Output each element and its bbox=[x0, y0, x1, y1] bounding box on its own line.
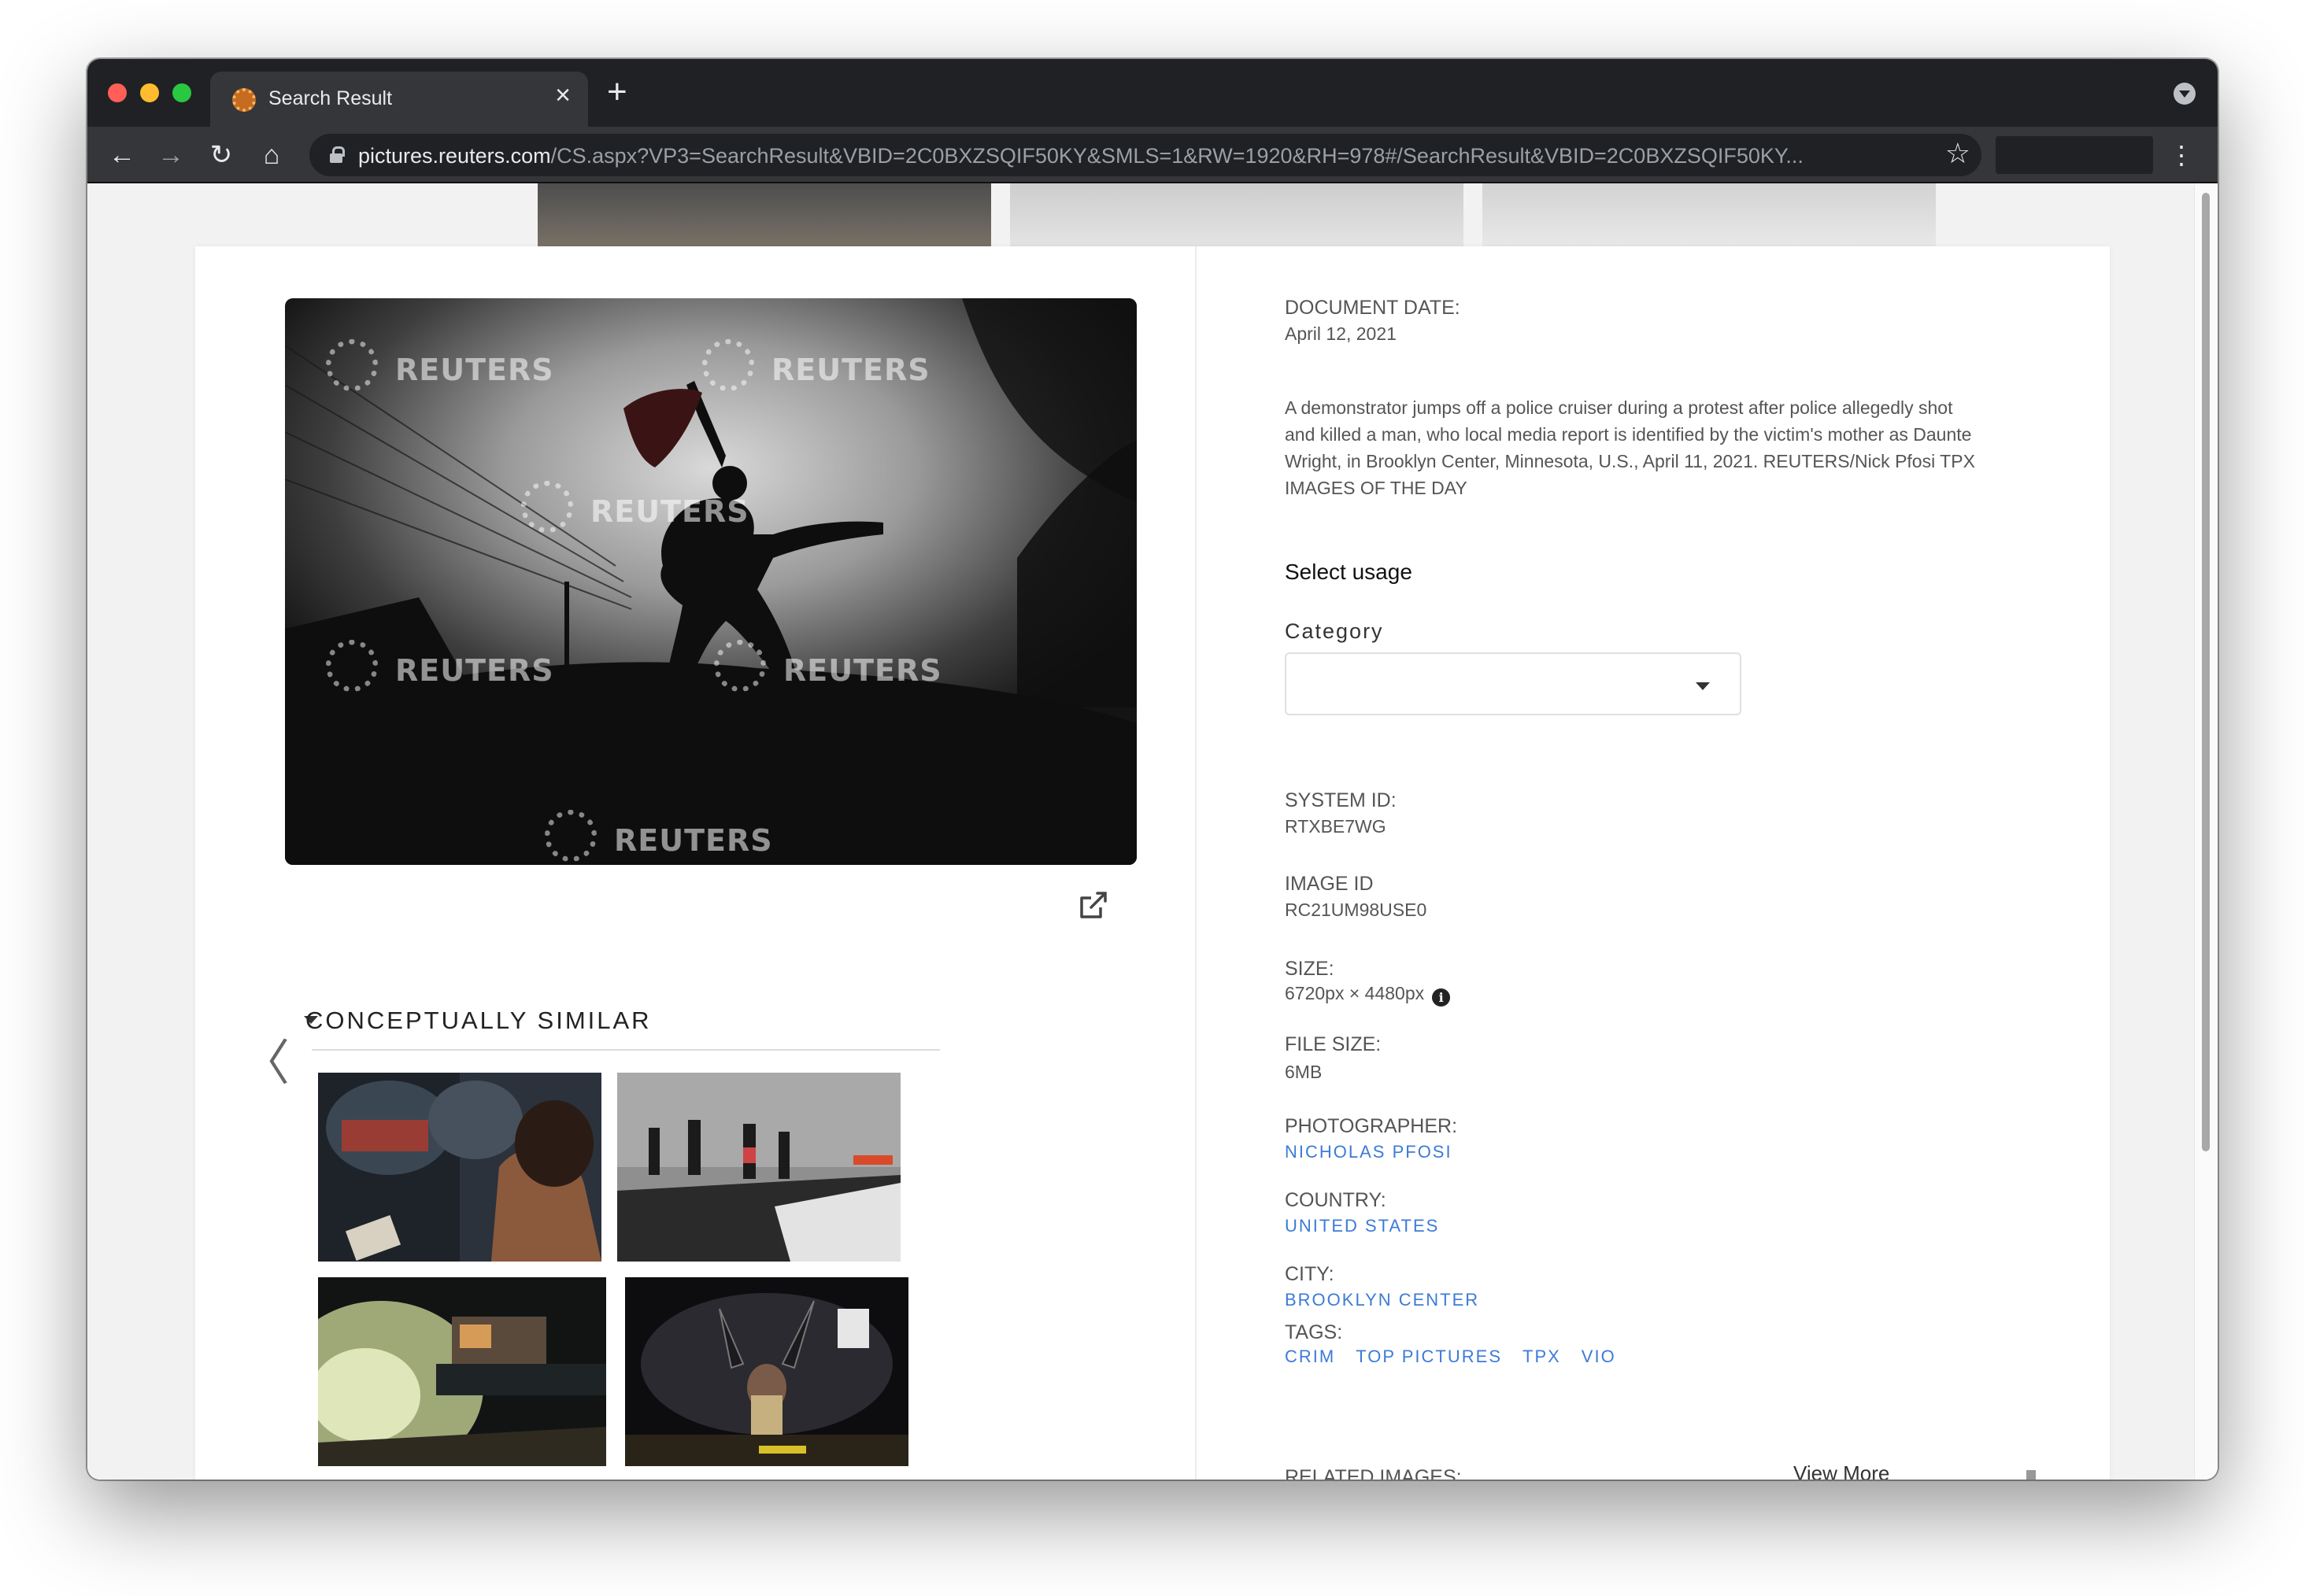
extension-area[interactable] bbox=[1996, 136, 2153, 174]
watermark: REUTERS bbox=[702, 339, 931, 391]
system-id-label: SYSTEM ID: bbox=[1285, 789, 1397, 811]
watermark: REUTERS bbox=[326, 640, 554, 692]
tags-list: CRIM TOP PICTURES TPX VIO bbox=[1285, 1347, 1637, 1367]
tag-link[interactable]: TOP PICTURES bbox=[1356, 1347, 1502, 1366]
watermark: REUTERS bbox=[545, 810, 773, 862]
category-label: Category bbox=[1285, 619, 1384, 643]
similar-thumbnail[interactable] bbox=[625, 1277, 908, 1466]
view-more-link[interactable]: View More bbox=[1793, 1461, 1889, 1480]
close-window-button[interactable] bbox=[108, 83, 127, 102]
file-size-value: 6MB bbox=[1285, 1062, 1323, 1082]
image-detail-modal: REUTERS REUTERS REUTERS REUTERS REUTERS … bbox=[195, 246, 2110, 1480]
tag-link[interactable]: CRIM bbox=[1285, 1347, 1335, 1366]
page-viewport: REUTERS REUTERS REUTERS REUTERS REUTERS … bbox=[87, 183, 2218, 1480]
section-divider bbox=[312, 1049, 940, 1051]
country-link[interactable]: UNITED STATES bbox=[1285, 1216, 1439, 1236]
maximize-window-button[interactable] bbox=[172, 83, 191, 102]
size-value: 6720px × 4480px i bbox=[1285, 983, 1451, 1007]
view-more-icon[interactable] bbox=[2026, 1470, 2036, 1480]
main-photo[interactable]: REUTERS REUTERS REUTERS REUTERS REUTERS … bbox=[285, 298, 1137, 865]
watermark: REUTERS bbox=[714, 640, 942, 692]
country-label: COUNTRY: bbox=[1285, 1189, 1386, 1211]
photographer-label: PHOTOGRAPHER: bbox=[1285, 1115, 1458, 1137]
image-caption: A demonstrator jumps off a police cruise… bbox=[1285, 397, 1975, 498]
scrollbar-thumb[interactable] bbox=[2202, 193, 2210, 1151]
back-icon[interactable]: ← bbox=[103, 136, 141, 174]
select-usage-heading: Select usage bbox=[1285, 560, 1412, 584]
tab-title: Search Result bbox=[268, 87, 393, 109]
scrollbar[interactable] bbox=[2194, 183, 2218, 1480]
reload-icon[interactable]: ↻ bbox=[202, 136, 240, 174]
city-link[interactable]: BROOKLYN CENTER bbox=[1285, 1290, 1479, 1310]
new-tab-icon[interactable]: + bbox=[607, 75, 627, 109]
open-external-icon[interactable] bbox=[1077, 890, 1108, 922]
document-date-value: April 12, 2021 bbox=[1285, 323, 1397, 344]
minimize-window-button[interactable] bbox=[140, 83, 159, 102]
chevron-down-icon bbox=[1696, 682, 1710, 690]
previous-arrow-icon[interactable]: 〈 bbox=[241, 1040, 290, 1088]
browser-tab[interactable]: Search Result × bbox=[210, 72, 588, 127]
photographer-link[interactable]: NICHOLAS PFOSI bbox=[1285, 1142, 1452, 1162]
tag-link[interactable]: VIO bbox=[1582, 1347, 1616, 1366]
background-thumbnail bbox=[1482, 183, 1936, 246]
document-date-label: DOCUMENT DATE: bbox=[1285, 297, 1460, 319]
column-divider bbox=[1195, 246, 1197, 1480]
similar-thumbnail[interactable] bbox=[617, 1073, 901, 1262]
url-text[interactable]: pictures.reuters.com/CS.aspx?VP3=SearchR… bbox=[358, 144, 1925, 168]
background-thumbnail bbox=[1010, 183, 1463, 246]
system-id-value: RTXBE7WG bbox=[1285, 816, 1386, 837]
browser-toolbar: ← → ↻ ⌂ pictures.reuters.com/CS.aspx?VP3… bbox=[87, 127, 2218, 183]
tag-link[interactable]: TPX bbox=[1522, 1347, 1561, 1366]
lock-icon[interactable] bbox=[330, 146, 345, 163]
similar-thumbnail[interactable] bbox=[318, 1277, 606, 1466]
forward-icon[interactable]: → bbox=[152, 136, 190, 174]
tags-label: TAGS: bbox=[1285, 1321, 1343, 1343]
related-images-label: RELATED IMAGES: bbox=[1285, 1466, 1462, 1480]
background-thumbnail bbox=[538, 183, 991, 246]
watermark: REUTERS bbox=[326, 339, 554, 391]
tab-search-icon[interactable] bbox=[2174, 83, 2196, 105]
file-size-label: FILE SIZE: bbox=[1285, 1033, 1382, 1055]
address-bar[interactable]: pictures.reuters.com/CS.aspx?VP3=SearchR… bbox=[309, 134, 1981, 176]
title-bar: Search Result × + bbox=[87, 59, 2218, 127]
info-icon[interactable]: i bbox=[1432, 988, 1451, 1007]
size-label: SIZE: bbox=[1285, 958, 1334, 980]
similar-section-title[interactable]: CONCEPTUALLY SIMILAR bbox=[305, 1007, 652, 1035]
similar-thumbnail[interactable] bbox=[318, 1073, 601, 1262]
city-label: CITY: bbox=[1285, 1263, 1334, 1285]
image-id-value: RC21UM98USE0 bbox=[1285, 900, 1427, 920]
close-icon[interactable]: × bbox=[555, 82, 571, 109]
star-icon[interactable]: ☆ bbox=[1945, 137, 1970, 170]
menu-icon[interactable]: ⋮ bbox=[2169, 138, 2194, 172]
watermark: REUTERS bbox=[521, 481, 749, 533]
browser-window: Search Result × + ← → ↻ ⌂ pictures.reute… bbox=[87, 59, 2218, 1480]
category-select[interactable] bbox=[1285, 652, 1741, 715]
image-id-label: IMAGE ID bbox=[1285, 873, 1374, 895]
home-icon[interactable]: ⌂ bbox=[253, 136, 290, 174]
reuters-favicon-icon bbox=[232, 88, 256, 112]
